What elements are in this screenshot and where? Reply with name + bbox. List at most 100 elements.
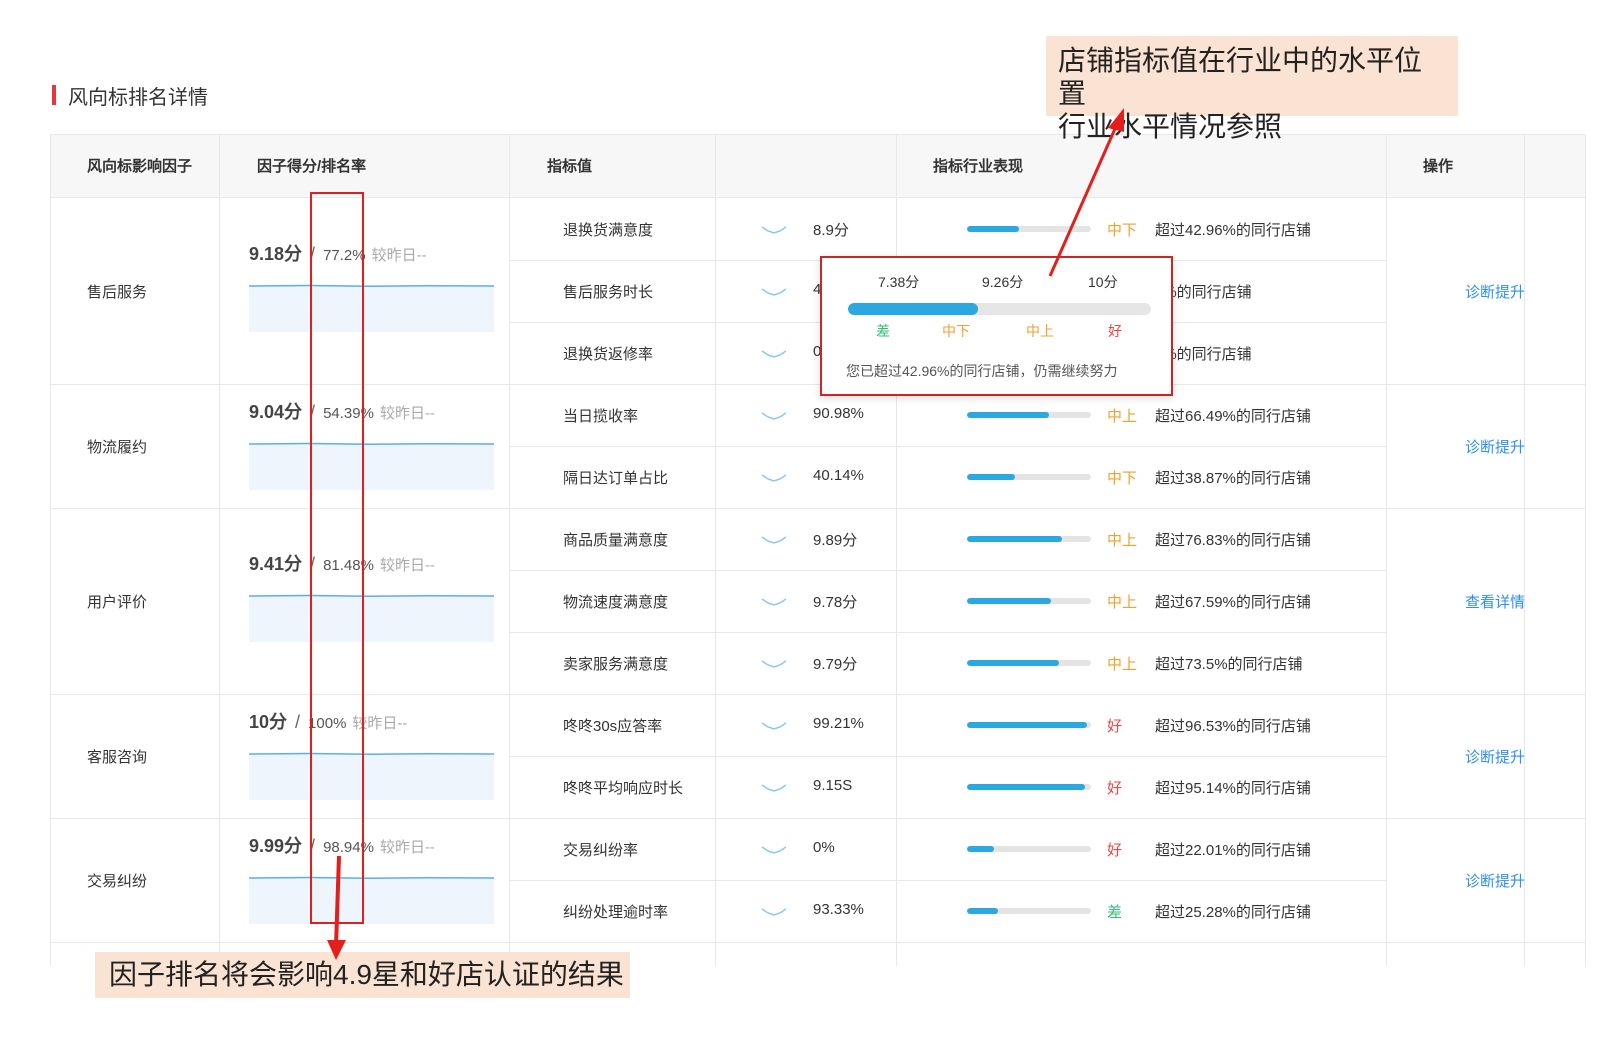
industry-level-bar-fill	[967, 660, 1059, 666]
industry-level-bar	[967, 226, 1091, 232]
indicator-name: 退换货满意度	[563, 222, 654, 239]
indicator-value: 9.78分	[813, 594, 858, 611]
indicator-name: 纠纷处理逾时率	[563, 904, 669, 921]
indicator-value: 90.98%	[813, 405, 864, 422]
industry-level-label: 中下	[1107, 222, 1138, 239]
header-operation: 操作	[1423, 158, 1454, 175]
industry-level-bar-fill	[967, 846, 995, 852]
indicator-name: 当日揽收率	[563, 408, 639, 425]
industry-level-bar	[967, 412, 1091, 418]
popup-level-mid-low: 中下	[942, 323, 970, 339]
popup-level-mid-high: 中上	[1026, 323, 1054, 339]
factor-name: 售后服务	[87, 284, 148, 301]
industry-level-label: 中上	[1107, 532, 1138, 549]
diagnose-action-link[interactable]: 诊断提升	[1465, 436, 1525, 457]
column-divider	[219, 135, 220, 966]
factor-trend-sparkline	[249, 876, 494, 924]
industry-level-label: 中下	[1107, 470, 1138, 487]
diagnose-action-link[interactable]: 诊断提升	[1465, 870, 1525, 891]
rank-rate-highlight-frame	[310, 192, 364, 924]
indicator-trend-icon[interactable]	[761, 535, 787, 545]
factor-score: 9.04分	[249, 402, 303, 422]
industry-level-bar	[967, 784, 1091, 790]
industry-level-bar-fill	[967, 474, 1016, 480]
industry-level-label: 好	[1107, 842, 1123, 859]
group-divider	[51, 508, 1585, 509]
section-title-bar	[52, 85, 56, 105]
indicator-trend-icon[interactable]	[761, 783, 787, 793]
group-divider	[51, 384, 1585, 385]
diagnose-action-link[interactable]: 查看详情	[1465, 591, 1525, 612]
header-indicator: 指标值	[547, 158, 593, 175]
indicator-value: 9.89分	[813, 532, 858, 549]
indicator-trend-icon[interactable]	[761, 411, 787, 421]
factor-score: 10分	[249, 712, 288, 732]
industry-exceed-text: 超过66.49%的同行店铺	[1155, 408, 1311, 425]
sparkline-area	[249, 754, 494, 800]
group-divider	[51, 942, 1585, 943]
factor-trend-sparkline	[249, 284, 494, 332]
industry-level-bar	[967, 474, 1091, 480]
row-divider	[509, 446, 1386, 447]
industry-level-bar-fill	[967, 908, 998, 914]
annotation-factor-rank: 因子排名将会影响4.9星和好店认证的结果	[95, 952, 630, 998]
industry-exceed-text: 超过67.59%的同行店铺	[1155, 594, 1311, 611]
industry-level-bar	[967, 846, 1091, 852]
indicator-value: 40.14%	[813, 467, 864, 484]
industry-level-label: 好	[1107, 780, 1123, 797]
indicator-value: 93.33%	[813, 901, 864, 918]
annotation-industry-level-line2: 行业水平情况参照	[1058, 111, 1283, 142]
industry-level-label: 中上	[1107, 408, 1138, 425]
factor-compare-yesterday: 较昨日--	[379, 839, 435, 856]
factor-name: 用户评价	[87, 594, 148, 611]
column-divider	[1524, 135, 1525, 966]
popup-level-good: 好	[1108, 323, 1122, 339]
indicator-name: 咚咚30s应答率	[563, 718, 663, 735]
industry-exceed-text: 超过95.14%的同行店铺	[1155, 780, 1311, 797]
industry-level-label: 中上	[1107, 656, 1138, 673]
indicator-name: 售后服务时长	[563, 284, 654, 301]
indicator-trend-icon[interactable]	[761, 845, 787, 855]
indicator-trend-icon[interactable]	[761, 225, 787, 235]
annotation-industry-level-line1: 店铺指标值在行业中的水平位置	[1058, 45, 1423, 109]
industry-level-bar	[967, 722, 1091, 728]
industry-level-label: 好	[1107, 718, 1123, 735]
indicator-trend-icon[interactable]	[761, 659, 787, 669]
header-industry: 指标行业表现	[933, 158, 1024, 175]
industry-level-bar-fill	[967, 722, 1088, 728]
indicator-name: 卖家服务满意度	[563, 656, 669, 673]
row-divider	[509, 570, 1386, 571]
ranking-table: 风向标影响因子 因子得分/排名率 指标值 指标行业表现 操作 售后服务 9.18分…	[50, 134, 1586, 966]
diagnose-action-link[interactable]: 诊断提升	[1465, 746, 1525, 767]
popup-level-bar	[848, 303, 1151, 315]
indicator-trend-icon[interactable]	[761, 597, 787, 607]
popup-tick-high: 10分	[1088, 274, 1118, 290]
factor-trend-sparkline	[249, 752, 494, 800]
industry-level-bar-fill	[967, 226, 1020, 232]
indicator-trend-icon[interactable]	[761, 907, 787, 917]
indicator-value: 9.15S	[813, 777, 853, 794]
diagnose-action-link[interactable]: 诊断提升	[1465, 281, 1525, 302]
sparkline-area	[249, 286, 494, 332]
row-divider	[509, 756, 1386, 757]
indicator-trend-icon[interactable]	[761, 349, 787, 359]
indicator-trend-icon[interactable]	[761, 473, 787, 483]
factor-trend-sparkline	[249, 442, 494, 490]
popup-level-bar-fill	[848, 303, 979, 315]
section-title: 风向标排名详情	[52, 82, 208, 109]
indicator-name: 物流速度满意度	[563, 594, 669, 611]
industry-level-bar-fill	[967, 598, 1052, 604]
sparkline-area	[249, 878, 494, 924]
sparkline-line	[249, 876, 494, 879]
popup-tick-mid: 9.26分	[982, 274, 1024, 290]
indicator-trend-icon[interactable]	[761, 721, 787, 731]
header-score-rank: 因子得分/排名率	[257, 158, 367, 175]
indicator-name: 商品质量满意度	[563, 532, 669, 549]
factor-score: 9.41分	[249, 554, 303, 574]
industry-level-bar-fill	[967, 784, 1085, 790]
sparkline-area	[249, 596, 494, 642]
indicator-name: 隔日达订单占比	[563, 470, 669, 487]
sparkline-area	[249, 444, 494, 490]
indicator-name: 退换货返修率	[563, 346, 654, 363]
indicator-trend-icon[interactable]	[761, 287, 787, 297]
